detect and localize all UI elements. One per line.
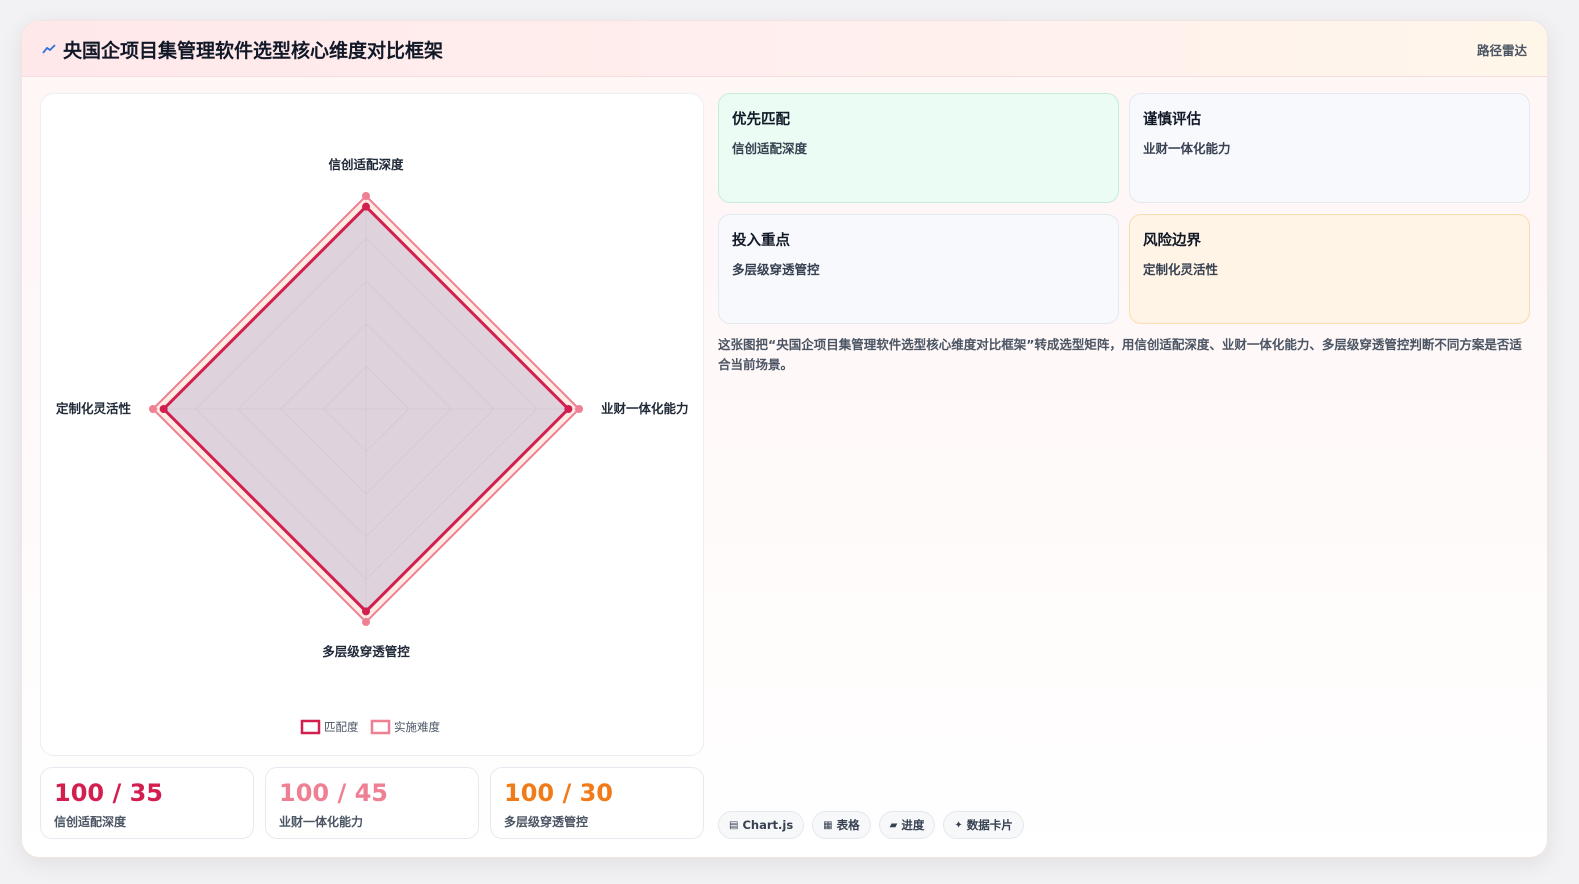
header-bar: 央国企项目集管理软件选型核心维度对比框架 路径雷达 [22, 21, 1547, 77]
table-icon: ▦ [823, 819, 833, 831]
trend-line-icon [42, 44, 56, 54]
point-match [159, 405, 168, 413]
point-match [362, 607, 370, 616]
quadrant-title: 优先匹配 [732, 112, 790, 128]
point-difficulty [362, 618, 370, 626]
page-title: 央国企项目集管理软件选型核心维度对比框架 [63, 40, 444, 62]
quadrant-risk-boundary[interactable]: 风险边界 定制化灵活性 [1129, 214, 1530, 324]
point-match [564, 405, 573, 413]
tag-list: ▤ Chart.js ▦ 表格 ▰ 进度 ✦ 数据卡片 [718, 811, 1024, 839]
stat-label: 信创适配深度 [54, 815, 127, 829]
legend-item: 实施难度 [370, 719, 440, 735]
tag-chartjs[interactable]: ▤ Chart.js [718, 811, 805, 839]
tag-label: 进度 [901, 818, 925, 832]
legend-swatch [300, 719, 321, 735]
sparkle-icon: ✦ [954, 819, 963, 831]
chart-icon: ▤ [729, 819, 739, 831]
point-difficulty [149, 405, 157, 413]
legend-label: 实施难度 [394, 720, 440, 734]
description-text: 这张图把“央国企项目集管理软件选型核心维度对比框架”转成选型矩阵，用信创适配深度… [718, 337, 1522, 372]
point-match [362, 202, 370, 211]
stat-value: 100 / 35 [54, 779, 163, 807]
tag-label: 表格 [836, 818, 860, 832]
tag-progress[interactable]: ▰ 进度 [878, 811, 936, 839]
quadrant-subtitle: 业财一体化能力 [1143, 141, 1231, 156]
quadrant-subtitle: 多层级穿透管控 [732, 262, 820, 277]
legend-swatch [370, 719, 391, 735]
tag-label: Chart.js [742, 818, 794, 832]
radar-chart-card: 信创适配深度业财一体化能力多层级穿透管控 定制化灵活性 匹配度 实施难度 [40, 93, 704, 756]
radar-chart: 信创适配深度业财一体化能力多层级穿透管控 定制化灵活性 匹配度 实施难度 [55, 157, 689, 735]
stat-value: 100 / 30 [504, 779, 613, 807]
view-badge[interactable]: 路径雷达 [1477, 40, 1527, 59]
axis-label: 业财一体化能力 [601, 401, 689, 416]
tag-data-cards[interactable]: ✦ 数据卡片 [943, 811, 1024, 839]
tag-label: 数据卡片 [966, 818, 1013, 832]
quadrant-title: 风险边界 [1143, 233, 1201, 249]
quadrant-title: 谨慎评估 [1143, 112, 1201, 128]
quadrant-investment-focus[interactable]: 投入重点 多层级穿透管控 [718, 214, 1119, 324]
quadrant-subtitle: 信创适配深度 [732, 141, 808, 156]
progress-icon: ▰ [889, 819, 898, 831]
legend-item: 匹配度 [300, 719, 359, 735]
series-line-match [161, 204, 571, 614]
legend-label: 匹配度 [324, 720, 359, 734]
point-difficulty [362, 192, 370, 200]
axis-label: 多层级穿透管控 [322, 644, 410, 659]
stat-label: 业财一体化能力 [279, 815, 364, 829]
quadrant-title: 投入重点 [732, 233, 790, 249]
app-window: 央国企项目集管理软件选型核心维度对比框架 路径雷达 信创适配深度 业财一体化能力多… [21, 20, 1548, 858]
axis-label: 信创适配深度 [328, 157, 404, 172]
quadrant-subtitle: 定制化灵活性 [1143, 262, 1219, 277]
stat-value: 100 / 45 [279, 779, 388, 807]
stat-label: 多层级穿透管控 [504, 815, 589, 829]
quadrant-priority-match[interactable]: 优先匹配 信创适配深度 [718, 93, 1119, 203]
tag-table[interactable]: ▦ 表格 [812, 811, 871, 839]
stat-card-2: 100 / 45 业财一体化能力 [265, 767, 479, 839]
axis-label: 定制化灵活性 [55, 401, 132, 416]
quadrant-careful-eval[interactable]: 谨慎评估 业财一体化能力 [1129, 93, 1530, 203]
stat-card-3: 100 / 30 多层级穿透管控 [490, 767, 704, 839]
stat-card-1: 100 / 35 信创适配深度 [40, 767, 254, 839]
point-difficulty [575, 405, 583, 413]
